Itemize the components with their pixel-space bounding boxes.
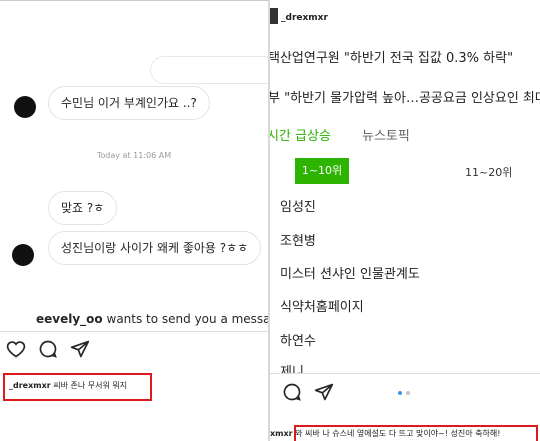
sender-avatar[interactable] [12,244,34,266]
comment-icon[interactable] [38,339,58,359]
sender-avatar[interactable] [14,96,36,118]
tab-realtime[interactable]: 시간 급상승 [270,125,331,144]
chat-message-text: 성진님이랑 사이가 왜케 좋아용 ?ㅎㅎ [61,241,249,255]
caption-username[interactable]: xmxr [270,429,293,438]
caption-username[interactable]: _drexmxr [9,381,51,390]
caption-text: 씨바 존나 무서워 뭐지 [53,381,128,390]
heart-icon[interactable] [6,339,26,359]
post-caption: _drexmxr 씨바 존나 무서워 뭐지 [9,380,127,391]
right-search-screenshot: _drexmxr 택산업연구원 "하반기 전국 집값 0.3% 하락" 부 "하… [270,0,540,441]
carousel-dot [406,391,410,395]
send-icon[interactable] [314,382,334,402]
chat-timestamp: Today at 11:06 AM [96,151,172,160]
request-text: wants to send you a message [106,312,269,326]
caption-text: 와 씨바 나 슈스네 옆에설도 다 뜨고 맞이야~! 성진아 축하해! [295,429,501,438]
ranking-item[interactable]: 식약처홈페이지 [280,296,364,315]
range-11-20-button[interactable]: 11~20위 [465,164,512,180]
divider-line [0,0,268,1]
divider-line [0,331,268,332]
avatar[interactable] [270,8,278,24]
post-caption: xmxr 와 씨바 나 슈스네 옆에설도 다 뜨고 맞이야~! 성진아 축하해! [270,428,500,439]
carousel-dot-active [398,391,402,395]
divider-line [270,373,540,374]
chat-message-bubble: 성진님이랑 사이가 왜케 좋아용 ?ㅎㅎ [48,231,262,265]
request-username[interactable]: eevely_oo [36,312,103,326]
ranking-item[interactable]: 하연수 [280,330,316,349]
ranking-item[interactable]: 미스터 션샤인 인물관계도 [280,263,420,282]
message-request-notice[interactable]: eevely_oo wants to send you a message [36,312,268,326]
tab-news-topic[interactable]: 뉴스토픽 [362,125,410,144]
ranking-item[interactable]: 제니 [280,361,304,373]
chat-message-text: 수민님 이거 부계인가요 ..? [61,96,197,110]
ranking-item[interactable]: 임성진 [280,196,316,215]
send-icon[interactable] [70,339,90,359]
chat-message-bubble: 수민님 이거 부계인가요 ..? [48,86,210,120]
chat-message-bubble: 맞죠 ?ㅎ [48,191,118,225]
ranking-item[interactable]: 조현병 [280,230,316,249]
comment-icon[interactable] [282,382,302,402]
left-dm-screenshot: 수민님 이거 부계인가요 ..? Today at 11:06 AM 맞죠 ?ㅎ… [0,0,268,441]
post-username[interactable]: _drexmxr [281,13,328,23]
range-1-10-button[interactable]: 1~10위 [295,158,349,184]
previous-message-bubble [150,56,268,84]
news-headline[interactable]: 택산업연구원 "하반기 전국 집값 0.3% 하락" [270,47,513,66]
chat-message-text: 맞죠 ?ㅎ [61,201,105,215]
news-headline[interactable]: 부 "하반기 물가압력 높아…공공요금 인상요인 최대 [270,87,540,106]
